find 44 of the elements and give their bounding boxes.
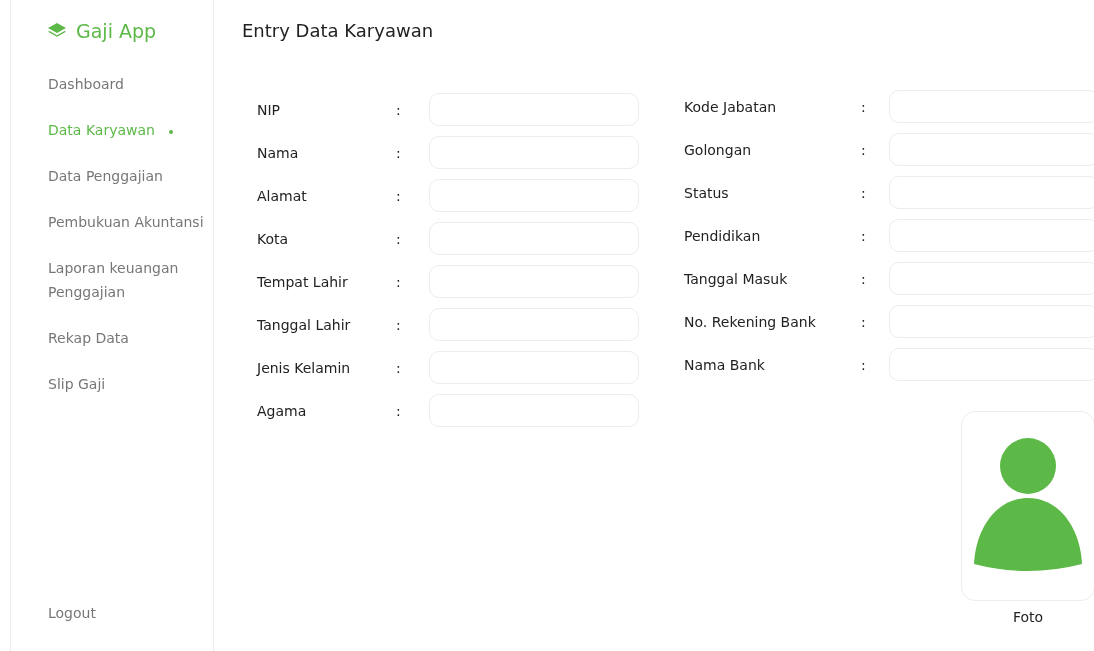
colon-separator: : bbox=[396, 402, 402, 419]
colon-separator: : bbox=[396, 316, 402, 333]
colon-separator: : bbox=[861, 356, 867, 373]
logout-link[interactable]: Logout bbox=[48, 605, 213, 621]
colon-separator: : bbox=[396, 101, 402, 118]
page-title: Entry Data Karyawan bbox=[242, 20, 435, 41]
field-label: Tanggal Masuk bbox=[684, 270, 789, 287]
field-label: Tempat Lahir bbox=[257, 273, 349, 290]
colon-separator: : bbox=[396, 144, 402, 161]
nav-item[interactable]: Dashboard bbox=[48, 72, 213, 96]
nav-item[interactable]: Rekap Data bbox=[48, 326, 213, 350]
colon-separator: : bbox=[861, 98, 867, 115]
colon-separator: : bbox=[861, 141, 867, 158]
colon-separator: : bbox=[861, 313, 867, 330]
nav-item[interactable]: Laporan keuangan Penggajian bbox=[48, 256, 213, 304]
field-label: Pendidikan bbox=[684, 227, 762, 244]
app-name: Gaji App bbox=[76, 20, 157, 42]
colon-separator: : bbox=[396, 359, 402, 376]
colon-separator: : bbox=[396, 187, 402, 204]
layers-icon bbox=[48, 23, 66, 39]
colon-separator: : bbox=[396, 230, 402, 247]
field-label: Alamat bbox=[257, 187, 308, 204]
field-label: NIP bbox=[257, 101, 282, 118]
person-silhouette-icon bbox=[972, 438, 1084, 574]
colon-separator: : bbox=[861, 270, 867, 287]
nav-item[interactable]: Pembukuan Akuntansi bbox=[48, 210, 213, 234]
field-label: Nama bbox=[257, 144, 300, 161]
field-label: Agama bbox=[257, 402, 308, 419]
photo-caption: Foto bbox=[1012, 609, 1044, 625]
field-label: Kota bbox=[257, 230, 290, 247]
field-label: Kode Jabatan bbox=[684, 98, 778, 115]
colon-separator: : bbox=[396, 273, 402, 290]
field-label: Tanggal Lahir bbox=[257, 316, 352, 333]
field-label: Golongan bbox=[684, 141, 753, 158]
nav-item[interactable]: Data Penggajian bbox=[48, 164, 213, 188]
field-label: No. Rekening Bank bbox=[684, 313, 817, 330]
field-label: Jenis Kelamin bbox=[257, 359, 352, 376]
field-label: Status bbox=[684, 184, 730, 201]
field-label: Nama Bank bbox=[684, 356, 766, 373]
nav-item[interactable]: Data Karyawan bbox=[48, 118, 213, 142]
nav-item[interactable]: Slip Gaji bbox=[48, 372, 213, 396]
colon-separator: : bbox=[861, 184, 867, 201]
active-dot bbox=[168, 130, 173, 134]
colon-separator: : bbox=[861, 227, 867, 244]
